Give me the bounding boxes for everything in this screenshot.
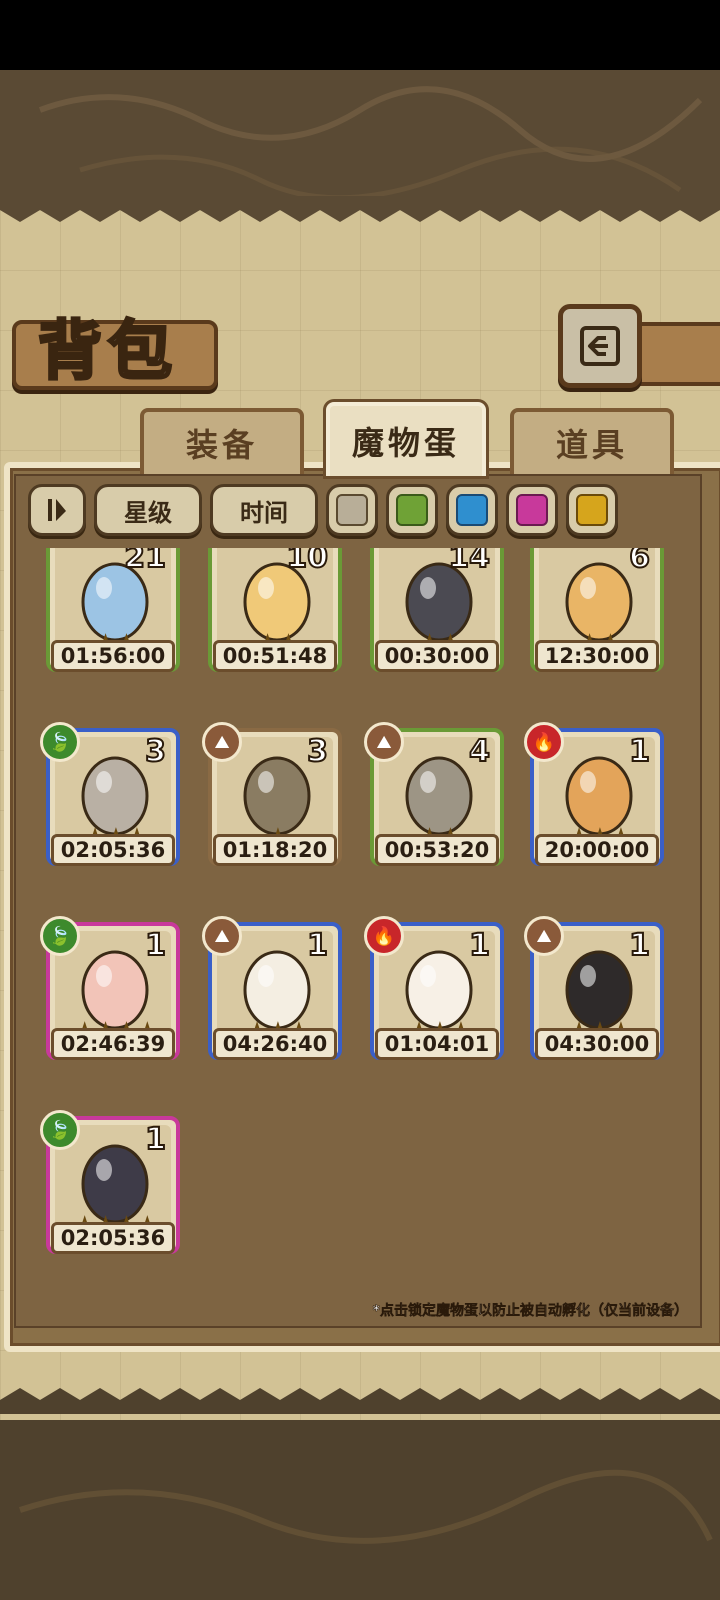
- egg-hatch-timer: 01:18:20: [213, 834, 337, 866]
- egg-count: 10: [285, 548, 329, 576]
- tab-equipment[interactable]: 装备: [140, 408, 304, 474]
- filter-yellow-button[interactable]: [566, 484, 618, 536]
- back-button[interactable]: [558, 304, 642, 388]
- egg-count: 1: [468, 927, 491, 964]
- torn-edge-top: [0, 196, 720, 222]
- egg-hatch-timer: 02:05:36: [51, 834, 175, 866]
- egg-hatch-timer: 02:46:39: [51, 1028, 175, 1060]
- egg-count: 14: [447, 548, 491, 576]
- page-title: 背包: [37, 313, 178, 391]
- filter-blue-button[interactable]: [446, 484, 498, 536]
- back-arrow-icon: [580, 326, 620, 366]
- earth-element-icon: ⛰: [202, 722, 242, 762]
- filter-green-button[interactable]: [386, 484, 438, 536]
- lock-hint-footnote: *点击锁定魔物蛋以防止被自动孵化（仅当前设备）: [372, 1303, 688, 1320]
- sort-toggle-icon: [48, 499, 66, 521]
- egg-hatch-timer: 04:30:00: [535, 1028, 659, 1060]
- egg-count: 1: [628, 927, 651, 964]
- sort-order-button[interactable]: [28, 484, 86, 536]
- fire-element-icon: 🔥: [524, 722, 564, 762]
- egg-count: 1: [306, 927, 329, 964]
- egg-count: 1: [144, 927, 167, 964]
- egg-count: 3: [144, 733, 167, 770]
- filter-bar: 星级 时间: [28, 482, 618, 538]
- filter-pink-button[interactable]: [506, 484, 558, 536]
- grass-element-icon: 🍃: [40, 1110, 80, 1150]
- egg-count: 1: [144, 1121, 167, 1158]
- grass-element-icon: 🍃: [40, 722, 80, 762]
- status-bar: [0, 0, 720, 70]
- egg-hatch-timer: 02:05:36: [51, 1222, 175, 1254]
- egg-hatch-timer: 20:00:00: [535, 834, 659, 866]
- sort-by-star-button[interactable]: 星级: [94, 484, 202, 536]
- egg-hatch-timer: 00:53:20: [375, 834, 499, 866]
- earth-element-icon: ⛰: [364, 722, 404, 762]
- map-background-top: [0, 70, 720, 215]
- egg-count: 4: [468, 733, 491, 770]
- earth-element-icon: ⛰: [202, 916, 242, 956]
- egg-hatch-timer: 12:30:00: [535, 640, 659, 672]
- egg-count: 1: [628, 733, 651, 770]
- egg-count: 21: [123, 548, 167, 576]
- egg-hatch-timer: 00:51:48: [213, 640, 337, 672]
- egg-hatch-timer: 00:30:00: [375, 640, 499, 672]
- egg-count: 6: [628, 548, 651, 576]
- fire-element-icon: 🔥: [364, 916, 404, 956]
- egg-hatch-timer: 04:26:40: [213, 1028, 337, 1060]
- torn-edge-bottom: [0, 1388, 720, 1414]
- egg-grid: 21★★01:56:0010★★00:51:4814★★00:30:006★★1…: [30, 548, 690, 1300]
- egg-count: 3: [306, 733, 329, 770]
- egg-hatch-timer: 01:56:00: [51, 640, 175, 672]
- filter-gray-button[interactable]: [326, 484, 378, 536]
- sort-by-time-button[interactable]: 时间: [210, 484, 318, 536]
- egg-hatch-timer: 01:04:01: [375, 1028, 499, 1060]
- map-background-bottom: [0, 1420, 720, 1600]
- tab-items[interactable]: 道具: [510, 408, 674, 474]
- grass-element-icon: 🍃: [40, 916, 80, 956]
- tab-monster-egg[interactable]: 魔物蛋: [326, 402, 486, 476]
- earth-element-icon: ⛰: [524, 916, 564, 956]
